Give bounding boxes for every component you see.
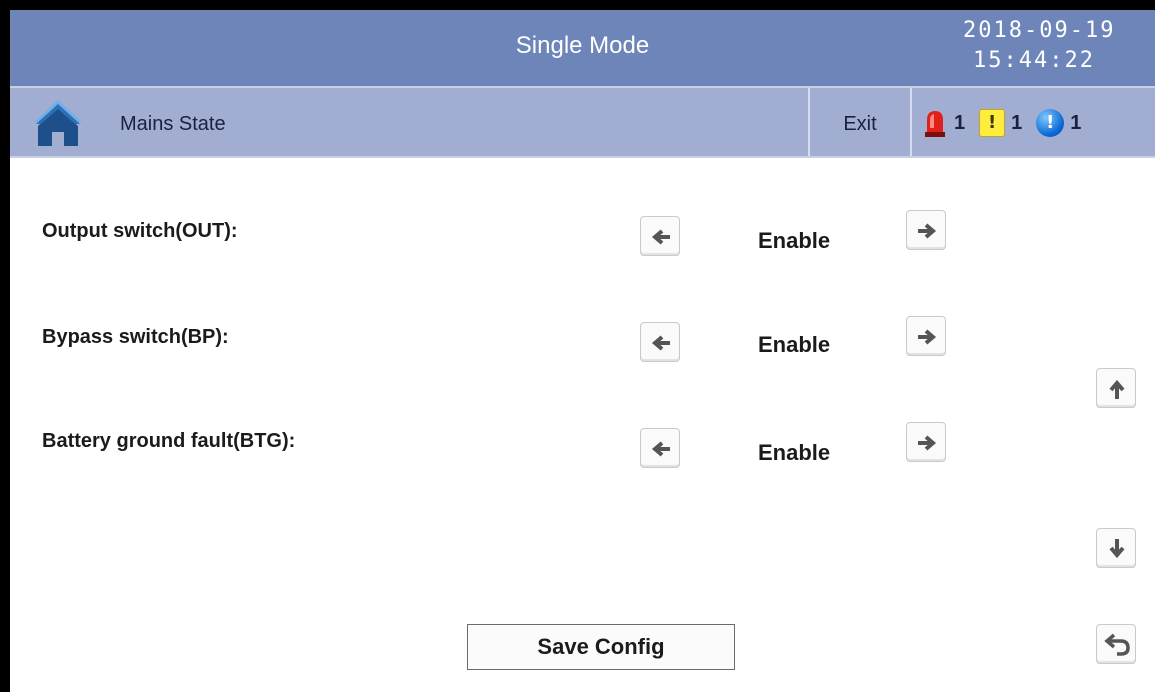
- alarm-status[interactable]: 1 ! 1 ! 1: [922, 106, 1095, 140]
- setting-label-out: Output switch(OUT):: [42, 220, 238, 242]
- arrow-left-icon: [651, 229, 670, 245]
- title-bar: Single Mode 2018-09-19 15:44:22: [10, 10, 1155, 86]
- screen: Single Mode 2018-09-19 15:44:22 Mains St…: [10, 10, 1155, 692]
- warning-icon: !: [979, 109, 1006, 137]
- date-display: 2018-09-19: [963, 18, 1116, 43]
- home-icon[interactable]: [32, 98, 84, 148]
- arrow-right-icon: [918, 223, 937, 239]
- bp-prev-button[interactable]: [640, 322, 680, 362]
- scroll-up-button[interactable]: [1096, 368, 1136, 408]
- info-alarm-count: 1: [1070, 111, 1082, 134]
- return-icon: [1104, 633, 1130, 656]
- btg-next-button[interactable]: [906, 422, 946, 462]
- out-next-button[interactable]: [906, 210, 946, 250]
- breadcrumb: Mains State: [120, 113, 226, 135]
- arrow-right-icon: [918, 329, 937, 345]
- setting-label-bp: Bypass switch(BP):: [42, 326, 229, 348]
- siren-alarm-icon: [925, 111, 945, 137]
- btg-prev-button[interactable]: [640, 428, 680, 468]
- time-display: 15:44:22: [973, 48, 1095, 73]
- out-prev-button[interactable]: [640, 216, 680, 256]
- critical-alarm-count: 1: [954, 111, 966, 134]
- bp-next-button[interactable]: [906, 316, 946, 356]
- arrow-left-icon: [651, 335, 670, 351]
- save-config-button[interactable]: Save Config: [467, 624, 735, 670]
- warning-alarm-count: 1: [1011, 111, 1023, 134]
- btg-value: Enable: [758, 440, 831, 465]
- back-button[interactable]: [1096, 624, 1136, 664]
- arrow-right-icon: [918, 435, 937, 451]
- exit-button[interactable]: Exit: [810, 88, 910, 156]
- datetime-display: 2018-09-19 15:44:22: [963, 16, 1153, 76]
- alarm-info[interactable]: ! 1: [1036, 109, 1081, 137]
- divider: [910, 88, 912, 156]
- nav-bar: Mains State Exit 1 ! 1 ! 1: [10, 86, 1155, 158]
- out-value: Enable: [758, 228, 831, 253]
- info-icon: !: [1036, 109, 1065, 137]
- scroll-down-button[interactable]: [1096, 528, 1136, 568]
- bp-value: Enable: [758, 332, 831, 357]
- arrow-up-icon: [1109, 379, 1125, 399]
- alarm-warning[interactable]: ! 1: [979, 109, 1022, 137]
- arrow-left-icon: [651, 441, 670, 457]
- setting-label-btg: Battery ground fault(BTG):: [42, 430, 296, 452]
- alarm-critical[interactable]: 1: [922, 108, 965, 138]
- arrow-down-icon: [1109, 539, 1125, 559]
